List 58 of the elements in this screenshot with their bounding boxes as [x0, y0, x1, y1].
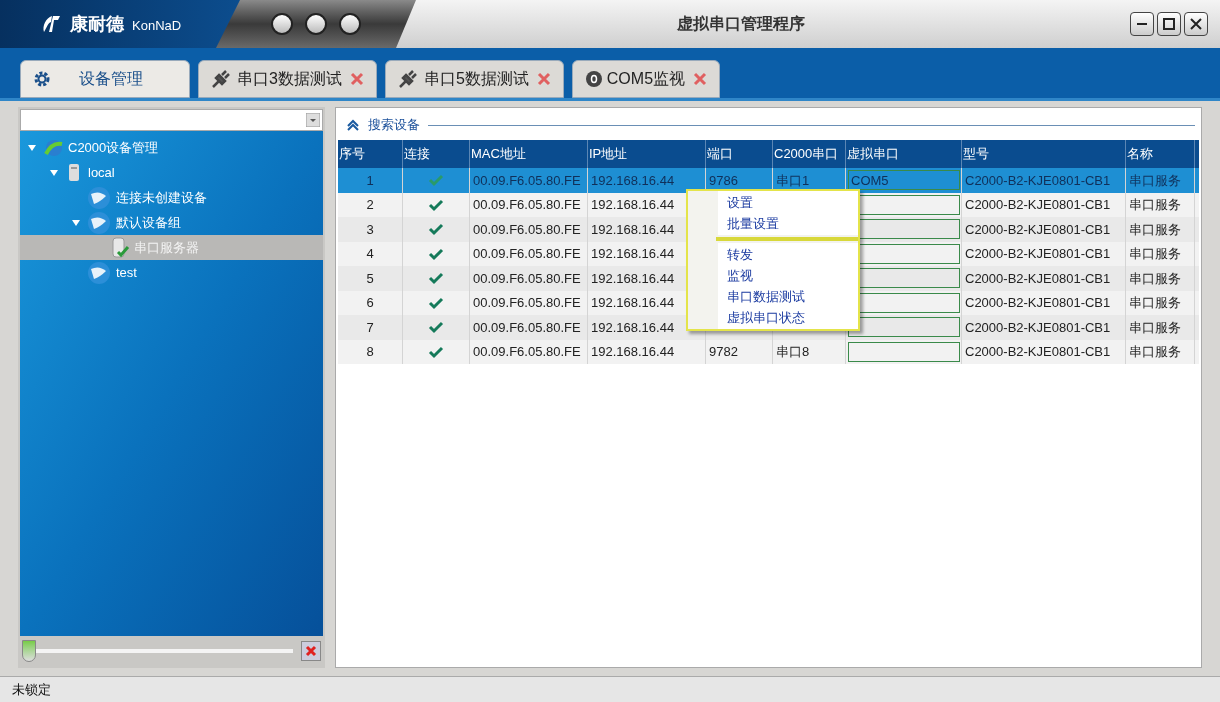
- table-cell-text: 00.09.F6.05.80.FE: [472, 196, 582, 214]
- table-cell-text: 5: [365, 269, 375, 288]
- table-cell-text: 192.168.16.44: [590, 269, 676, 288]
- tree-label: 默认设备组: [116, 213, 181, 232]
- table-cell-text: 串口服务: [1128, 269, 1182, 288]
- table-cell-text: 串口1: [775, 171, 811, 190]
- table-cell-text: 1: [365, 171, 375, 190]
- window-title: 虚拟串口管理程序: [677, 14, 805, 34]
- table-cell-text: C2000-B2-KJE0801-CB1: [964, 318, 1112, 337]
- tab-label: 串口5数据测试: [423, 69, 529, 89]
- table-cell-text: 9782: [708, 343, 739, 361]
- table-cell-text: 00.09.F6.05.80.FE: [472, 171, 582, 190]
- table-cell-text: 192.168.16.44: [590, 220, 676, 239]
- tree-label: 连接未创建设备: [116, 188, 207, 207]
- table-cell-text: 9786: [708, 171, 739, 190]
- tab-label: 设备管理: [79, 69, 143, 89]
- table-cell-text: C2000-B2-KJE0801-CB1: [964, 171, 1112, 190]
- table-cell-text: C2000-B2-KJE0801-CB1: [964, 196, 1112, 214]
- table-cell-text: 串口服务: [1128, 294, 1182, 312]
- status-text: 未锁定: [12, 680, 51, 699]
- table-cell-text: 7: [365, 318, 375, 337]
- table-cell-text: C2000-B2-KJE0801-CB1: [964, 220, 1112, 239]
- table-cell-text: 192.168.16.44: [590, 294, 676, 312]
- table-cell-text: 00.09.F6.05.80.FE: [472, 220, 582, 239]
- table-cell-text: C2000-B2-KJE0801-CB1: [964, 245, 1112, 263]
- logo-text: 康耐德: [70, 12, 124, 36]
- table-cell-text: 00.09.F6.05.80.FE: [472, 245, 582, 263]
- table-cell-text: 串口8: [775, 343, 811, 361]
- tree-label: C2000设备管理: [68, 138, 159, 157]
- tree-label: local: [88, 163, 115, 182]
- tab-label: 串口3数据测试: [237, 69, 342, 89]
- table-cell-text: 00.09.F6.05.80.FE: [472, 343, 582, 361]
- table-cell-text: 串口服务: [1128, 171, 1182, 190]
- table-cell-text: C2000-B2-KJE0801-CB1: [964, 269, 1112, 288]
- tree-label: test: [116, 263, 137, 282]
- table-cell-text: 192.168.16.44: [590, 343, 676, 361]
- table-cell-text: 串口服务: [1128, 318, 1182, 337]
- table-cell-text: 192.168.16.44: [590, 196, 676, 214]
- table-cell-text: 4: [365, 245, 375, 263]
- table-cell-text: 3: [365, 220, 375, 239]
- table-cell-text: 8: [365, 343, 375, 361]
- table-cell-text: 串口服务: [1128, 196, 1182, 214]
- table-cell-text: 6: [365, 294, 375, 312]
- table-cell-text: 2: [365, 196, 375, 214]
- section-title: 搜索设备: [368, 116, 420, 135]
- table-cell-text: 192.168.16.44: [590, 245, 676, 263]
- table-cell-text: 00.09.F6.05.80.FE: [472, 269, 582, 288]
- tab-label: COM5监视: [606, 69, 686, 89]
- table-cell-text: 192.168.16.44: [590, 171, 676, 190]
- table-cell-text: 00.09.F6.05.80.FE: [472, 318, 582, 337]
- table-cell-text: C2000-B2-KJE0801-CB1: [964, 343, 1112, 361]
- table-cell-text: 串口服务: [1128, 220, 1182, 239]
- table-cell-text: 192.168.16.44: [590, 318, 676, 337]
- table-cell-text: C2000-B2-KJE0801-CB1: [964, 294, 1112, 312]
- table-cell-text: 00.09.F6.05.80.FE: [472, 294, 582, 312]
- table-cell-text: 串口服务: [1128, 245, 1182, 263]
- logo-text: KonNaD: [132, 17, 182, 36]
- table-cell-text: 串口服务: [1128, 343, 1182, 361]
